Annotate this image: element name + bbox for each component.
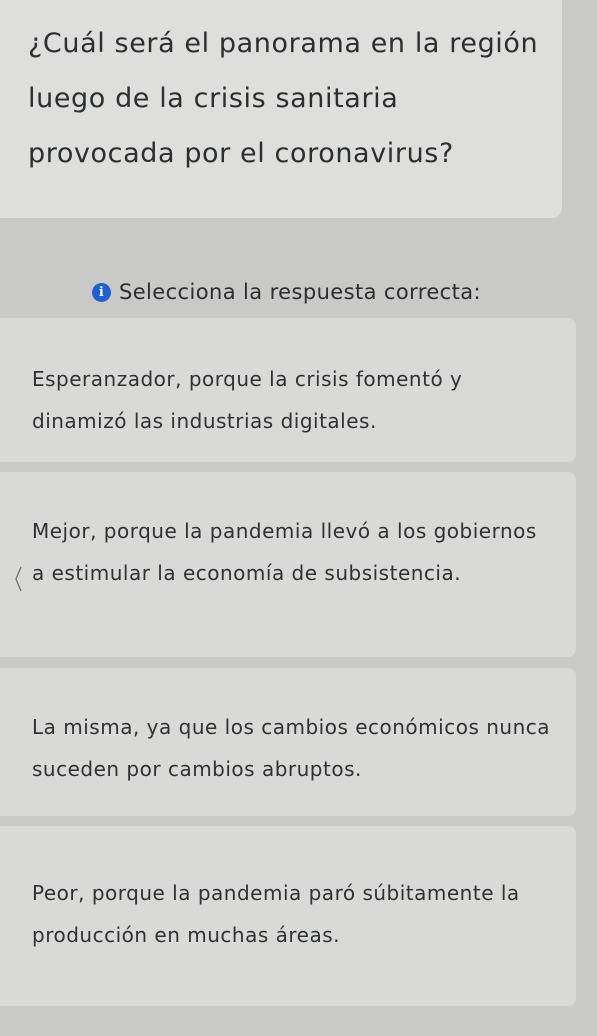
info-icon: i	[92, 282, 111, 302]
instruction: i Selecciona la respuesta correcta:	[92, 280, 481, 304]
answer-option-4[interactable]: Peor, porque la pandemia paró súbitament…	[0, 826, 576, 1006]
answer-option-1[interactable]: Esperanzador, porque la crisis fomentó y…	[0, 318, 576, 462]
answer-option-2-text: Mejor, porque la pandemia llevó a los go…	[32, 519, 537, 585]
question-card: ¿Cuál será el panorama en la región lueg…	[0, 0, 562, 218]
back-chevron-icon	[15, 566, 22, 592]
answer-option-3[interactable]: La misma, ya que los cambios económicos …	[0, 668, 576, 816]
question-text: ¿Cuál será el panorama en la región lueg…	[28, 28, 539, 169]
instruction-text: Selecciona la respuesta correcta:	[119, 280, 481, 304]
answer-option-3-text: La misma, ya que los cambios económicos …	[32, 715, 550, 781]
answer-option-4-text: Peor, porque la pandemia paró súbitament…	[32, 881, 520, 947]
answer-option-1-text: Esperanzador, porque la crisis fomentó y…	[32, 367, 463, 433]
answer-option-2[interactable]: Mejor, porque la pandemia llevó a los go…	[0, 472, 576, 657]
